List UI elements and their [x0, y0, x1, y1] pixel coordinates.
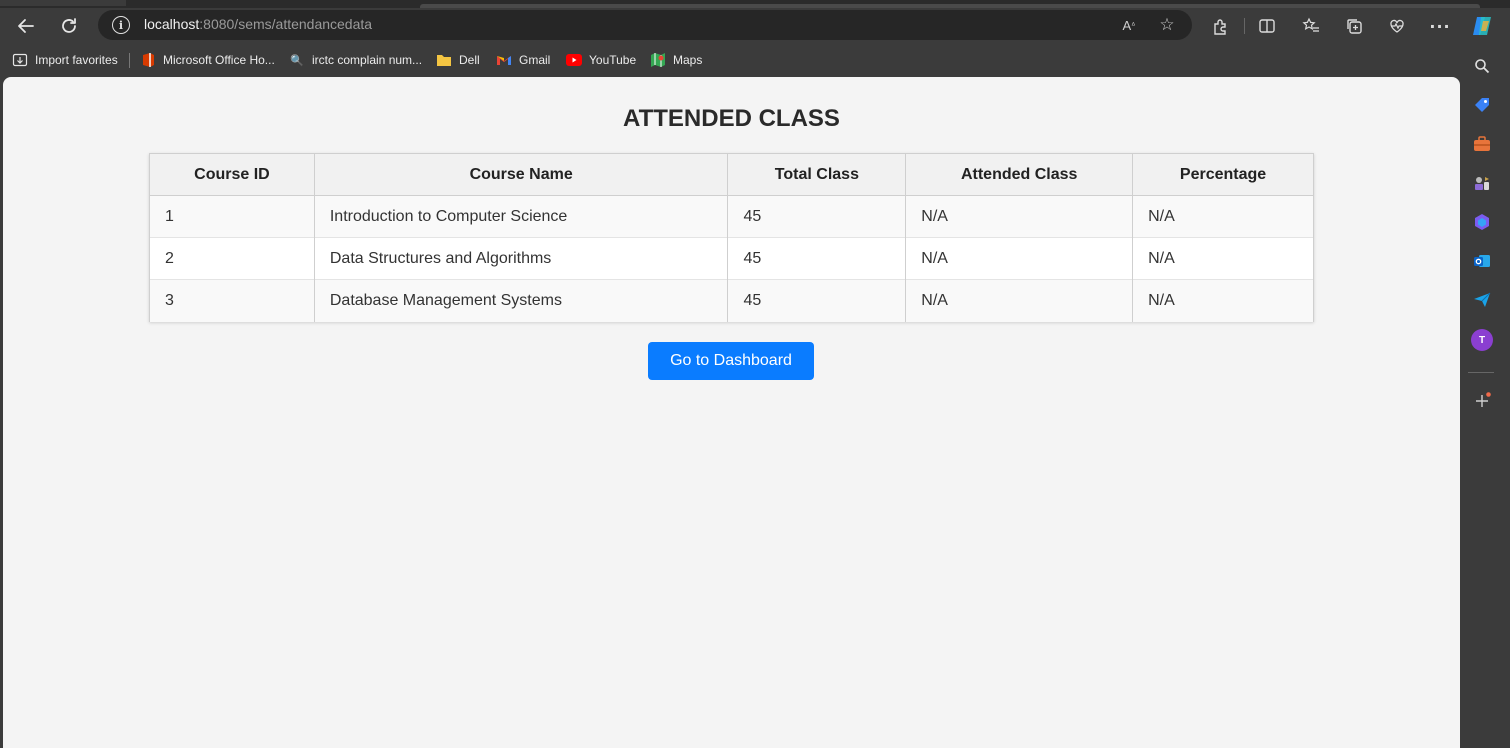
cell-percentage: N/A: [1132, 195, 1314, 238]
cell-attended-class: N/A: [905, 279, 1134, 322]
bookmark-gmail[interactable]: Gmail: [496, 51, 550, 69]
folder-icon: [436, 52, 452, 68]
url-host: localhost: [144, 16, 200, 32]
search-icon[interactable]: [1472, 56, 1492, 76]
bookmark-maps[interactable]: Maps: [650, 51, 702, 69]
column-header-attended-class: Attended Class: [905, 153, 1134, 196]
tab-strip: [0, 0, 1510, 8]
bookmark-label: Import favorites: [35, 53, 118, 67]
split-screen-icon[interactable]: [1254, 13, 1280, 39]
column-header-course-name: Course Name: [313, 153, 729, 196]
cell-attended-class: N/A: [905, 237, 1134, 280]
cell-course-name: Data Structures and Algorithms: [313, 237, 729, 280]
table-row: 3 Database Management Systems 45 N/A N/A: [149, 279, 1314, 322]
office-icon: [140, 52, 156, 68]
url-path: :8080/sems/attendancedata: [199, 16, 373, 32]
cell-total-class: 45: [727, 237, 907, 280]
column-header-total-class: Total Class: [727, 153, 907, 196]
avatar[interactable]: T: [1471, 329, 1493, 351]
url-text[interactable]: localhost:8080/sems/attendancedata: [144, 16, 372, 32]
address-bar[interactable]: i localhost:8080/sems/attendancedata Aᐞ …: [98, 10, 1192, 40]
games-icon[interactable]: [1472, 173, 1492, 193]
cell-course-name: Database Management Systems: [313, 279, 729, 322]
maps-icon: [650, 52, 666, 68]
bookmark-label: irctc complain num...: [312, 53, 423, 67]
cell-attended-class: N/A: [905, 195, 1134, 238]
youtube-icon: [566, 52, 582, 68]
back-arrow-icon[interactable]: [12, 12, 40, 40]
favorites-icon[interactable]: [1298, 13, 1324, 39]
cell-course-id: 3: [149, 279, 315, 322]
cell-course-id: 1: [149, 195, 315, 238]
column-header-percentage: Percentage: [1132, 153, 1314, 196]
table-header-row: Course ID Course Name Total Class Attend…: [149, 153, 1314, 196]
active-tab[interactable]: [0, 0, 126, 6]
toolbar-divider: [1244, 18, 1245, 34]
cell-course-name: Introduction to Computer Science: [313, 195, 729, 238]
add-icon[interactable]: [1472, 391, 1492, 411]
page-title: ATTENDED CLASS: [623, 105, 840, 132]
gmail-icon: [496, 52, 512, 68]
bookmark-irctc[interactable]: 🔍 irctc complain num...: [289, 51, 422, 69]
collections-icon[interactable]: [1341, 13, 1367, 39]
extensions-icon[interactable]: [1207, 13, 1233, 39]
outlook-icon[interactable]: [1472, 251, 1492, 271]
cell-total-class: 45: [727, 195, 907, 238]
bookmark-youtube[interactable]: YouTube: [566, 51, 636, 69]
send-icon[interactable]: [1472, 290, 1492, 310]
bookmark-dell[interactable]: Dell: [436, 51, 480, 69]
bookmark-label: Dell: [459, 53, 480, 67]
shopping-tag-icon[interactable]: [1472, 95, 1492, 115]
copilot-icon[interactable]: [1468, 12, 1496, 40]
cell-percentage: N/A: [1132, 237, 1314, 280]
browser-toolbar: i localhost:8080/sems/attendancedata Aᐞ …: [0, 8, 1510, 44]
bookmark-label: Microsoft Office Ho...: [163, 53, 275, 67]
tools-icon[interactable]: [1472, 134, 1492, 154]
go-to-dashboard-button[interactable]: Go to Dashboard: [648, 342, 814, 380]
import-icon: [12, 52, 28, 68]
edge-sidebar: T: [1460, 44, 1510, 748]
bookmark-label: YouTube: [589, 53, 637, 67]
search-icon: 🔍: [290, 54, 304, 67]
bookmark-microsoft-office[interactable]: Microsoft Office Ho...: [140, 51, 275, 69]
refresh-icon[interactable]: [55, 12, 83, 40]
page-viewport: ATTENDED CLASS Course ID Course Name Tot…: [3, 77, 1460, 748]
column-header-course-id: Course ID: [149, 153, 315, 196]
table-row: 2 Data Structures and Algorithms 45 N/A …: [149, 237, 1314, 280]
read-aloud-icon[interactable]: Aᐞ: [1118, 14, 1140, 36]
bookmark-label: Maps: [673, 53, 703, 67]
more-icon[interactable]: ···: [1427, 13, 1453, 39]
star-icon[interactable]: ☆: [1156, 14, 1178, 36]
cell-course-id: 2: [149, 237, 315, 280]
bookmarks-divider: [129, 53, 130, 68]
attendance-table: Course ID Course Name Total Class Attend…: [149, 153, 1314, 322]
info-icon[interactable]: i: [112, 16, 130, 34]
heart-pulse-icon[interactable]: [1384, 13, 1410, 39]
table-row: 1 Introduction to Computer Science 45 N/…: [149, 195, 1314, 238]
bookmark-label: Gmail: [519, 53, 551, 67]
sidebar-divider: [1468, 372, 1494, 373]
bookmarks-bar: Import favorites Microsoft Office Ho... …: [0, 44, 1460, 76]
office-icon[interactable]: [1472, 212, 1492, 232]
cell-total-class: 45: [727, 279, 907, 322]
cell-percentage: N/A: [1132, 279, 1314, 322]
bookmark-import-favorites[interactable]: Import favorites: [12, 51, 118, 69]
